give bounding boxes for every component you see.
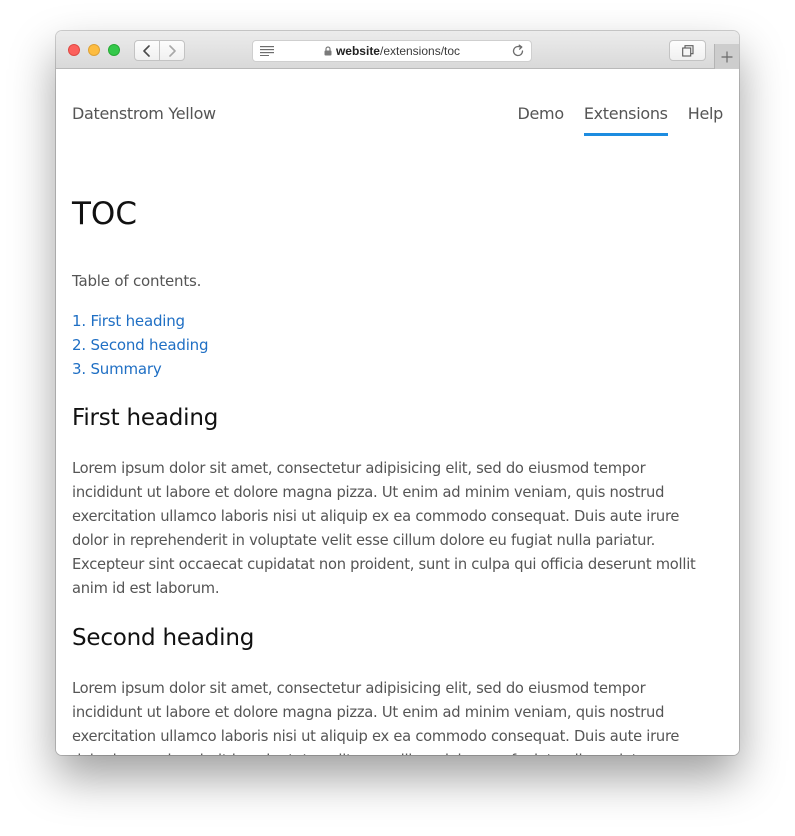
toc-link-summary[interactable]: 3. Summary: [72, 360, 162, 378]
toc-link-first-heading[interactable]: 1. First heading: [72, 312, 185, 330]
toc-item: 3. Summary: [72, 357, 208, 381]
table-of-contents: 1. First heading 2. Second heading 3. Su…: [72, 309, 208, 381]
tabs-overview-icon: [681, 44, 694, 57]
url-path: /extensions/toc: [379, 44, 461, 58]
section-heading-second: Second heading: [72, 625, 255, 651]
site-title[interactable]: Datenstrom Yellow: [72, 104, 216, 124]
reload-icon[interactable]: [511, 44, 525, 58]
zoom-window-button[interactable]: [108, 44, 120, 56]
nav-help-link[interactable]: Help: [688, 104, 724, 134]
section-heading-first: First heading: [72, 405, 219, 431]
section-paragraph-second: Lorem ipsum dolor sit amet, consectetur …: [72, 680, 680, 755]
chevron-left-icon: [143, 44, 150, 57]
chevron-right-icon: [169, 44, 176, 57]
new-tab-button[interactable]: [714, 44, 739, 69]
lock-icon: [324, 46, 332, 56]
browser-toolbar: website/extensions/toc: [56, 31, 739, 69]
site-header: Datenstrom Yellow Demo Extensions Help: [72, 70, 723, 150]
nav-extensions-link[interactable]: Extensions: [583, 104, 668, 136]
address-bar[interactable]: website/extensions/toc: [252, 40, 532, 62]
minimize-window-button[interactable]: [88, 44, 100, 56]
address-text: website/extensions/toc: [253, 41, 531, 61]
back-button[interactable]: [135, 41, 159, 60]
toc-link-second-heading[interactable]: 2. Second heading: [72, 336, 208, 354]
toc-item: 1. First heading: [72, 309, 208, 333]
history-navigation: [134, 40, 185, 61]
section-paragraph-first: Lorem ipsum dolor sit amet, consectetur …: [72, 460, 696, 597]
site-nav: Demo Extensions Help: [497, 104, 724, 136]
intro-text: Table of contents.: [72, 272, 202, 290]
page-title: TOC: [72, 196, 137, 232]
tabs-overview-button[interactable]: [669, 40, 706, 61]
toc-item: 2. Second heading: [72, 333, 208, 357]
web-page: Datenstrom Yellow Demo Extensions Help T…: [56, 70, 739, 755]
url-host: website: [335, 44, 380, 58]
nav-demo-link[interactable]: Demo: [517, 104, 564, 134]
plus-icon: [721, 51, 733, 62]
forward-button[interactable]: [159, 41, 184, 60]
browser-window: website/extensions/toc Datenstrom Yellow…: [56, 31, 739, 755]
close-window-button[interactable]: [68, 44, 80, 56]
